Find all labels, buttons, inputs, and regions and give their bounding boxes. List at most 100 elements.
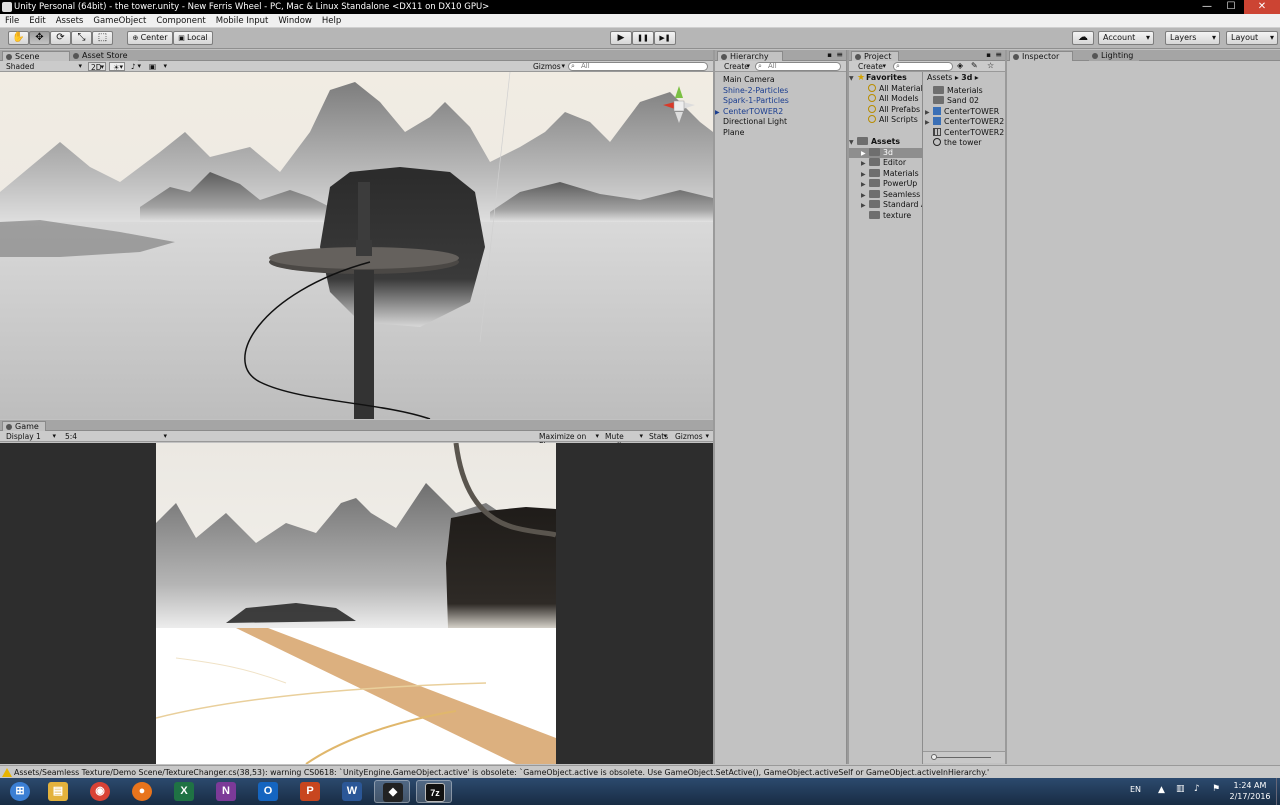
taskbar-file-explorer[interactable]: ▤ xyxy=(40,780,76,803)
icon-size-slider-track[interactable] xyxy=(931,757,991,758)
favorites-header[interactable]: ▼ ★Favorites xyxy=(849,73,922,84)
step-button[interactable]: ▶❚ xyxy=(654,31,676,45)
menu-file[interactable]: File xyxy=(0,14,24,28)
favorite-all-materials[interactable]: All Material xyxy=(849,83,922,95)
asset-centertower[interactable]: ▶ CenterTOWER xyxy=(923,106,1005,118)
move-tool-icon[interactable]: ✥ xyxy=(29,31,50,45)
maximize-on-play-toggle[interactable]: Maximize on Play xyxy=(536,432,600,450)
project-create-dropdown[interactable]: Create xyxy=(855,62,887,71)
language-indicator[interactable]: EN xyxy=(1130,785,1141,794)
breadcrumb-current[interactable]: 3d xyxy=(961,73,972,82)
status-message[interactable]: Assets/Seamless Texture/Demo Scene/Textu… xyxy=(14,768,989,777)
console-status-bar[interactable]: Assets/Seamless Texture/Demo Scene/Textu… xyxy=(0,765,1280,778)
taskbar-chrome[interactable]: ◉ xyxy=(82,780,118,803)
layers-dropdown[interactable]: Layers ▾ xyxy=(1165,31,1220,45)
taskbar-firefox[interactable]: ● xyxy=(124,780,160,803)
filter-by-label-icon[interactable]: ✎ xyxy=(971,61,978,70)
taskbar-word[interactable]: W xyxy=(334,780,370,803)
expand-arrow-icon[interactable]: ▶ xyxy=(861,170,869,180)
action-center-icon[interactable]: ⚑ xyxy=(1212,784,1220,794)
expand-arrow-icon[interactable]: ▶ xyxy=(925,108,933,118)
space-local-toggle[interactable]: ▣ Local xyxy=(173,31,213,45)
folder-3d[interactable]: ▶ 3d xyxy=(849,147,922,159)
game-view[interactable] xyxy=(156,443,556,764)
aspect-dropdown[interactable]: 5:4 xyxy=(62,432,168,441)
cloud-icon[interactable]: ☁ xyxy=(1072,31,1094,45)
breadcrumb-assets[interactable]: Assets xyxy=(927,73,952,82)
2d-toggle[interactable]: 2D xyxy=(88,62,106,72)
expand-arrow-icon[interactable]: ▶ xyxy=(861,201,869,211)
tab-lighting[interactable]: Lighting xyxy=(1089,51,1139,61)
collapse-arrow-icon[interactable]: ▼ xyxy=(849,74,857,84)
tab-project[interactable]: Project xyxy=(851,51,899,61)
hierarchy-item-shine-2-particles[interactable]: Shine-2-Particles xyxy=(715,86,847,97)
volume-icon[interactable]: ♪ xyxy=(1194,784,1200,794)
scene-viewport[interactable] xyxy=(0,72,713,419)
menu-assets[interactable]: Assets xyxy=(51,14,89,28)
expand-arrow-icon[interactable]: ▶ xyxy=(715,108,723,118)
tab-asset-store[interactable]: Asset Store xyxy=(70,51,138,61)
asset-the-tower-scene[interactable]: the tower xyxy=(923,138,1005,149)
start-button[interactable]: ⊞ xyxy=(2,780,38,803)
menu-help[interactable]: Help xyxy=(317,14,346,28)
shading-mode-dropdown[interactable]: Shaded xyxy=(3,62,83,71)
tab-game[interactable]: Game xyxy=(2,421,46,431)
folder-materials[interactable]: ▶ Materials xyxy=(849,168,922,180)
expand-arrow-icon[interactable]: ▶ xyxy=(861,149,869,159)
scene-search-input[interactable]: All xyxy=(568,62,708,71)
taskbar-onenote[interactable]: N xyxy=(208,780,244,803)
hierarchy-item-centertower2[interactable]: ▶ CenterTOWER2 xyxy=(715,107,847,118)
favorite-star-icon[interactable]: ☆ xyxy=(987,61,994,70)
taskbar-7zip[interactable]: 7z xyxy=(416,780,452,803)
taskbar-excel[interactable]: X xyxy=(166,780,202,803)
hierarchy-create-dropdown[interactable]: Create xyxy=(721,62,751,71)
taskbar-outlook[interactable]: O xyxy=(250,780,286,803)
pivot-center-toggle[interactable]: ⊕ Center xyxy=(127,31,173,45)
favorite-all-scripts[interactable]: All Scripts xyxy=(849,115,922,126)
hierarchy-item-spark-1-particles[interactable]: Spark-1-Particles xyxy=(715,96,847,107)
tab-hierarchy[interactable]: Hierarchy xyxy=(717,51,783,61)
expand-arrow-icon[interactable]: ▶ xyxy=(925,118,933,128)
asset-centertower2-prefab[interactable]: ▶ CenterTOWER2 xyxy=(923,117,1005,128)
pause-button[interactable]: ❚❚ xyxy=(632,31,654,45)
lock-icon[interactable]: ▪ xyxy=(827,51,832,59)
menu-component[interactable]: Component xyxy=(151,14,210,28)
tab-inspector[interactable]: Inspector xyxy=(1009,51,1073,61)
lock-icon[interactable]: ▪ xyxy=(986,51,991,59)
expand-arrow-icon[interactable]: ▶ xyxy=(861,159,869,169)
maximize-button[interactable]: ☐ xyxy=(1220,0,1242,14)
taskbar-powerpoint[interactable]: P xyxy=(292,780,328,803)
tab-scene[interactable]: Scene xyxy=(2,51,70,61)
show-desktop-button[interactable] xyxy=(1276,778,1280,805)
scale-tool-icon[interactable]: ⤡ xyxy=(71,31,92,45)
assets-header[interactable]: ▼ Assets xyxy=(849,137,922,148)
taskbar-unity[interactable]: ◆ xyxy=(374,780,410,803)
expand-arrow-icon[interactable]: ▶ xyxy=(861,191,869,201)
menu-window[interactable]: Window xyxy=(273,14,317,28)
panel-menu-icon[interactable]: ≡ xyxy=(836,50,843,59)
light-toggle-icon[interactable]: ☀ xyxy=(109,62,125,72)
folder-seamless-texture[interactable]: ▶ Seamless T xyxy=(849,189,922,201)
folder-standard-assets[interactable]: ▶ Standard A xyxy=(849,200,922,211)
expand-arrow-icon[interactable]: ▶ xyxy=(861,180,869,190)
folder-editor[interactable]: ▶ Editor xyxy=(849,158,922,169)
menu-edit[interactable]: Edit xyxy=(24,14,50,28)
folder-powerup[interactable]: ▶ PowerUp xyxy=(849,179,922,190)
asset-sand-02[interactable]: Sand 02 xyxy=(923,96,1005,107)
close-button[interactable]: ✕ xyxy=(1244,0,1280,14)
rect-tool-icon[interactable]: ⬚ xyxy=(92,31,113,45)
menu-mobile-input[interactable]: Mobile Input xyxy=(211,14,274,28)
asset-centertower2-mesh[interactable]: CenterTOWER2 xyxy=(923,127,1005,139)
audio-toggle-icon[interactable]: ♪ xyxy=(128,62,142,71)
account-dropdown[interactable]: Account ▾ xyxy=(1098,31,1154,45)
folder-texture[interactable]: texture xyxy=(849,210,922,222)
menu-gameobject[interactable]: GameObject xyxy=(88,14,151,28)
asset-materials[interactable]: Materials xyxy=(923,85,1005,97)
game-gizmos-dropdown[interactable]: Gizmos xyxy=(672,432,710,441)
favorite-all-models[interactable]: All Models xyxy=(849,94,922,105)
rotate-tool-icon[interactable]: ⟳ xyxy=(50,31,71,45)
favorite-all-prefabs[interactable]: All Prefabs xyxy=(849,104,922,116)
filter-by-type-icon[interactable]: ◈ xyxy=(957,61,963,70)
minimize-button[interactable]: — xyxy=(1196,0,1218,14)
effects-dropdown-icon[interactable]: ▣ xyxy=(146,62,168,71)
